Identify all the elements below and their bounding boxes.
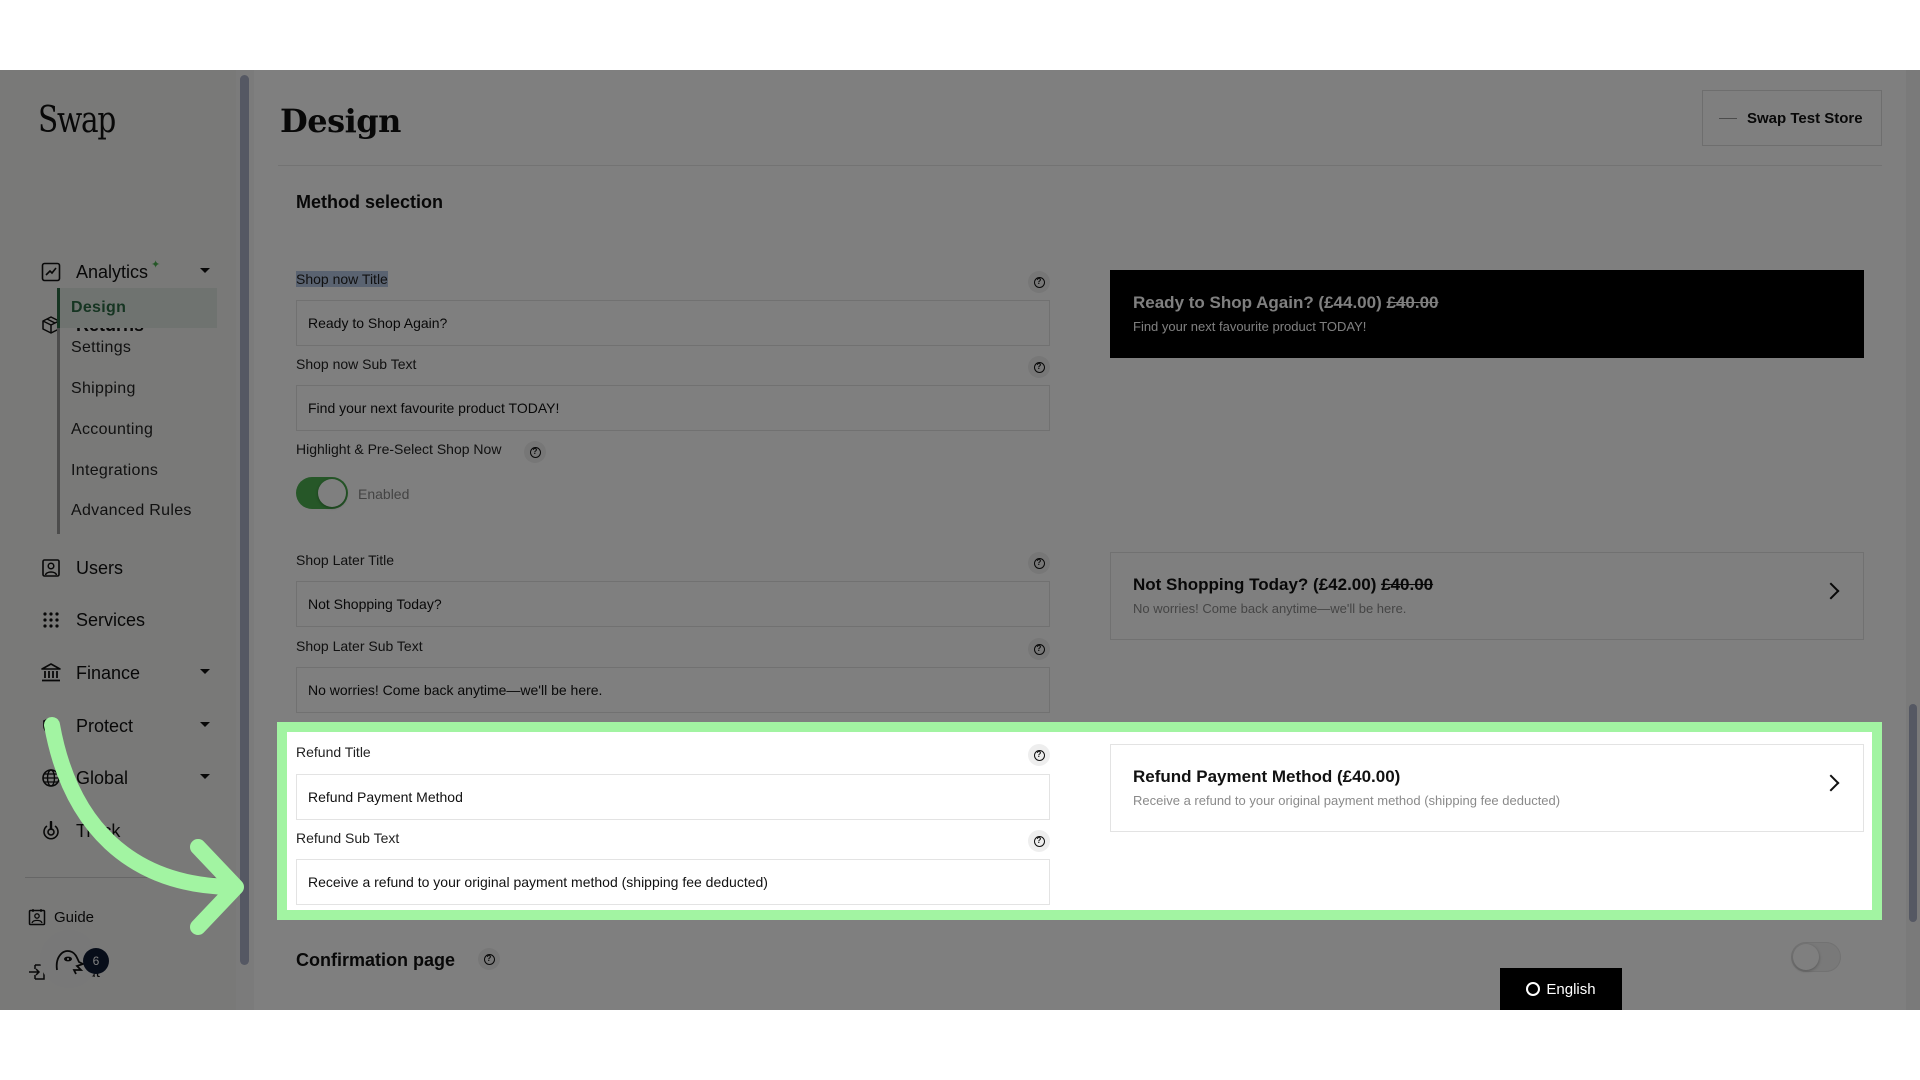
- chart-line-icon: [40, 261, 62, 283]
- sidebar-subitem-accounting[interactable]: Accounting: [57, 410, 217, 450]
- sidebar-subitem-design[interactable]: Design: [57, 288, 217, 328]
- preview-subtext: Find your next favourite product TODAY!: [1133, 319, 1367, 334]
- confirmation-page-toggle[interactable]: [1791, 942, 1841, 972]
- toggle-state-label: Enabled: [358, 486, 410, 502]
- shop-later-preview-card[interactable]: Not Shopping Today? (£42.00) £40.00 No w…: [1110, 552, 1864, 640]
- store-name: Swap Test Store: [1747, 109, 1863, 127]
- toggle-knob: [318, 479, 346, 507]
- sidebar-item-label: Services: [76, 609, 146, 630]
- refund-subtext-input[interactable]: [296, 859, 1050, 905]
- sidebar-item-services[interactable]: Services: [40, 602, 210, 638]
- refund-title-input[interactable]: [296, 774, 1050, 820]
- sidebar: Swap Analytics ✦ Returns Design Settings…: [0, 70, 236, 1010]
- toggle-knob: [1793, 944, 1819, 970]
- sidebar-item-label: Protect: [76, 715, 134, 736]
- sidebar-item-label: Track: [76, 820, 121, 841]
- section-title-confirmation-page: Confirmation page: [296, 950, 456, 970]
- shop-now-preview-card[interactable]: Ready to Shop Again? (£44.00) £40.00 Fin…: [1110, 270, 1864, 358]
- store-logo-icon: [1719, 117, 1737, 119]
- highlighted-refund-section: Refund Title ? Refund Sub Text ? Refund …: [287, 732, 1872, 910]
- preview-subtext: No worries! Come back anytime—we'll be h…: [1133, 601, 1407, 616]
- sidebar-subitem-settings[interactable]: Settings: [57, 328, 217, 368]
- mascot-icon: [55, 950, 86, 975]
- preview-title: Ready to Shop Again? (£44.00) £40.00: [1133, 293, 1841, 313]
- guide-link[interactable]: Guide: [28, 908, 94, 926]
- sidebar-item-label: Users: [76, 557, 124, 578]
- help-icon[interactable]: ?: [1028, 356, 1050, 378]
- sparkle-icon: ✦: [151, 259, 161, 271]
- sidebar-item-finance[interactable]: Finance: [40, 655, 210, 691]
- shop-now-subtext-input[interactable]: [296, 385, 1050, 431]
- globe-icon: [1526, 982, 1541, 996]
- shield-icon: [40, 715, 62, 737]
- sidebar-item-protect[interactable]: Protect: [40, 708, 210, 744]
- sidebar-item-label: Analytics: [76, 261, 149, 282]
- shop-later-subtext-input[interactable]: [296, 667, 1050, 713]
- shop-later-subtext-label: Shop Later Sub Text: [296, 638, 423, 654]
- refund-subtext-label: Refund Sub Text: [296, 830, 400, 846]
- shop-now-title-input[interactable]: [296, 300, 1050, 346]
- guide-label: Guide: [54, 908, 95, 926]
- sidebar-subitem-shipping[interactable]: Shipping: [57, 369, 217, 409]
- sidebar-item-label: Global: [76, 767, 129, 788]
- sidebar-item-analytics[interactable]: Analytics ✦: [40, 254, 210, 290]
- track-icon: [40, 820, 62, 842]
- globe-icon: [40, 767, 62, 789]
- preview-original-price: £40.00: [1381, 575, 1434, 594]
- refund-title-label: Refund Title: [296, 744, 371, 760]
- help-icon[interactable]: ?: [1028, 552, 1050, 574]
- help-icon[interactable]: ?: [1028, 744, 1050, 766]
- refund-preview-card[interactable]: Refund Payment Method (£40.00) Receive a…: [1110, 744, 1864, 832]
- preview-title: Not Shopping Today? (£42.00) £40.00: [1133, 575, 1841, 595]
- user-card-icon: [40, 557, 62, 579]
- help-icon[interactable]: ?: [524, 441, 546, 463]
- sidebar-subitem-integrations[interactable]: Integrations: [57, 451, 217, 491]
- section-title-method-selection: Method selection: [296, 192, 444, 212]
- preview-title-text: Not Shopping Today? (£42.00): [1133, 575, 1377, 594]
- preview-title-text: Ready to Shop Again? (£44.00): [1133, 293, 1382, 312]
- page-title: Design: [280, 102, 401, 140]
- preview-original-price: £40.00: [1386, 293, 1439, 312]
- chevron-down-icon[interactable]: [200, 268, 210, 273]
- chevron-down-icon[interactable]: [200, 774, 210, 779]
- grid-dots-icon: [40, 609, 62, 631]
- help-icon[interactable]: ?: [1028, 638, 1050, 660]
- highlight-preselect-label: Highlight & Pre-Select Shop Now: [296, 441, 502, 457]
- sidebar-item-track[interactable]: Track: [40, 813, 210, 849]
- sidebar-item-users[interactable]: Users: [40, 550, 210, 586]
- notification-badge: 6: [83, 948, 109, 974]
- shop-later-title-label: Shop Later Title: [296, 552, 395, 568]
- app-window: Swap Analytics ✦ Returns Design Settings…: [0, 70, 1920, 1010]
- header-divider: [278, 165, 1882, 166]
- sidebar-subitem-advanced-rules[interactable]: Advanced Rules: [57, 491, 217, 531]
- highlight-preselect-toggle[interactable]: [296, 477, 348, 509]
- preview-subtext: Receive a refund to your original paymen…: [1133, 793, 1561, 808]
- store-selector-button[interactable]: Swap Test Store: [1702, 90, 1882, 146]
- shop-later-title-input[interactable]: [296, 581, 1050, 627]
- sidebar-item-label: Finance: [76, 662, 141, 683]
- help-icon[interactable]: ?: [1028, 830, 1050, 852]
- shop-now-subtext-label: Shop now Sub Text: [296, 356, 417, 372]
- main-scrollbar-thumb[interactable]: [1909, 704, 1917, 922]
- sidebar-item-global[interactable]: Global: [40, 760, 210, 796]
- language-selector-button[interactable]: English: [1500, 968, 1622, 1010]
- guide-icon: [28, 908, 46, 926]
- help-icon[interactable]: ?: [478, 948, 500, 970]
- chevron-down-icon[interactable]: [200, 669, 210, 674]
- shop-now-title-label: Shop now Title: [296, 271, 388, 287]
- sidebar-scrollbar-thumb[interactable]: [240, 75, 249, 965]
- sidebar-divider: [25, 877, 215, 878]
- language-label: English: [1546, 980, 1596, 998]
- help-icon[interactable]: ?: [1028, 271, 1050, 293]
- preview-title: Refund Payment Method (£40.00): [1133, 767, 1401, 786]
- chevron-down-icon[interactable]: [200, 722, 210, 727]
- bank-icon: [40, 662, 62, 684]
- swap-logo[interactable]: Swap: [38, 100, 116, 141]
